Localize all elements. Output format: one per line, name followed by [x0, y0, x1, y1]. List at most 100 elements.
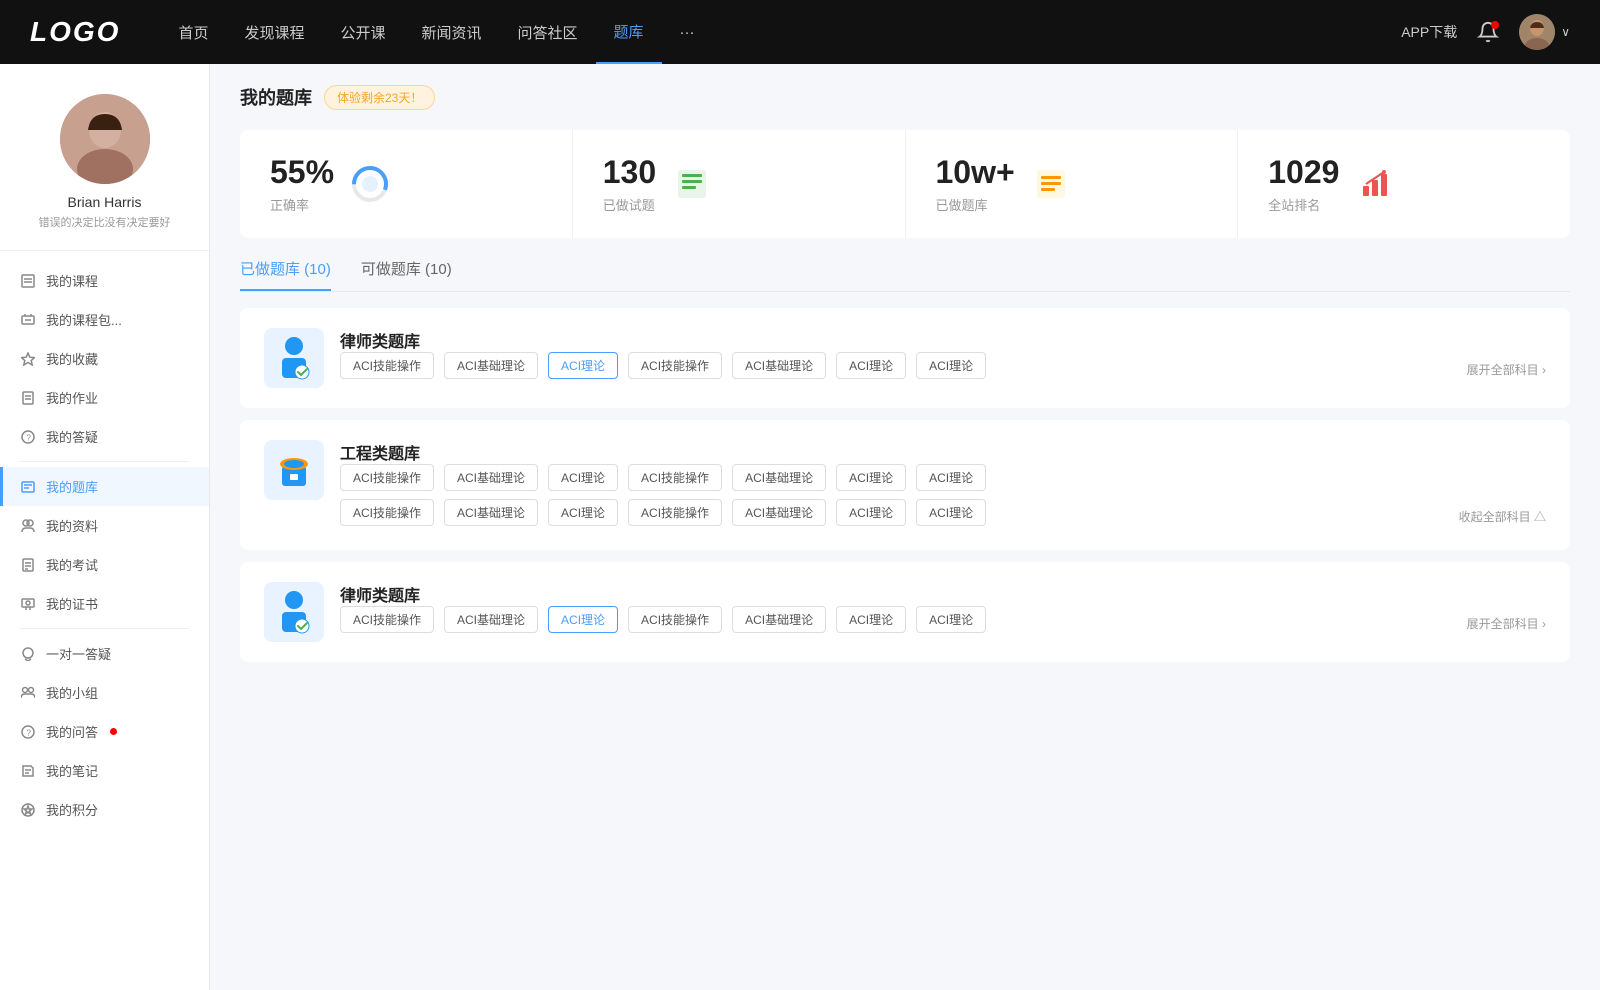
- page-title: 我的题库: [240, 84, 312, 110]
- tag[interactable]: ACI基础理论: [732, 606, 826, 633]
- sidebar-item-label: 我的答疑: [46, 427, 98, 446]
- accuracy-icon: [350, 164, 390, 204]
- banks-label: 已做题库: [936, 195, 1015, 214]
- sidebar-item-homework[interactable]: 我的作业: [0, 378, 209, 417]
- sidebar-item-label: 我的考试: [46, 555, 98, 574]
- nav-news[interactable]: 新闻资讯: [404, 0, 500, 64]
- tag[interactable]: ACI理论: [916, 499, 986, 526]
- accuracy-value: 55%: [270, 154, 334, 191]
- nav-more[interactable]: ···: [662, 0, 713, 64]
- sidebar-item-label: 我的笔记: [46, 761, 98, 780]
- tag[interactable]: ACI技能操作: [628, 352, 722, 379]
- questions-label: 已做试题: [603, 195, 656, 214]
- sidebar-item-label: 我的收藏: [46, 349, 98, 368]
- tag[interactable]: ACI技能操作: [340, 606, 434, 633]
- category-card-lawyer-1: 律师类题库 ACI技能操作 ACI基础理论 ACI理论 ACI技能操作 ACI基…: [240, 308, 1570, 408]
- sidebar-item-label: 我的题库: [46, 477, 98, 496]
- tag[interactable]: ACI理论: [916, 352, 986, 379]
- tag-active[interactable]: ACI理论: [548, 352, 618, 379]
- nav-open-course[interactable]: 公开课: [322, 0, 403, 64]
- lawyer-category-2-content: 律师类题库 ACI技能操作 ACI基础理论 ACI理论 ACI技能操作 ACI基…: [340, 582, 1546, 637]
- tag[interactable]: ACI理论: [836, 606, 906, 633]
- sidebar-item-certificate[interactable]: 我的证书: [0, 584, 209, 623]
- tag[interactable]: ACI技能操作: [340, 352, 434, 379]
- collapse-link[interactable]: 收起全部科目 △: [1459, 508, 1546, 525]
- expand-link-2[interactable]: 展开全部科目 ›: [1467, 615, 1546, 632]
- divider-2: [20, 628, 189, 629]
- tag-active[interactable]: ACI理论: [548, 606, 618, 633]
- lawyer-category-1-content: 律师类题库 ACI技能操作 ACI基础理论 ACI理论 ACI技能操作 ACI基…: [340, 328, 1546, 383]
- tag[interactable]: ACI理论: [836, 352, 906, 379]
- tag[interactable]: ACI理论: [916, 606, 986, 633]
- sidebar-item-courses[interactable]: 我的课程: [0, 261, 209, 300]
- tag[interactable]: ACI技能操作: [628, 606, 722, 633]
- tag[interactable]: ACI技能操作: [628, 464, 722, 491]
- sidebar-item-points[interactable]: 我的积分: [0, 790, 209, 829]
- page-header: 我的题库 体验剩余23天！: [240, 84, 1570, 110]
- tab-done[interactable]: 已做题库 (10): [240, 258, 331, 291]
- tag[interactable]: ACI基础理论: [444, 606, 538, 633]
- sidebar-item-exam[interactable]: 我的考试: [0, 545, 209, 584]
- nav-quiz[interactable]: 题库: [596, 0, 662, 64]
- tag[interactable]: ACI技能操作: [340, 499, 434, 526]
- notes-icon: [20, 763, 36, 779]
- expand-link-1[interactable]: 展开全部科目 ›: [1467, 361, 1546, 378]
- stat-number-banks: 10w+ 已做题库: [936, 154, 1015, 214]
- tag[interactable]: ACI基础理论: [732, 464, 826, 491]
- course-packages-icon: [20, 312, 36, 328]
- sidebar: Brian Harris 错误的决定比没有决定要好 我的课程 我的课程包...: [0, 64, 210, 990]
- sidebar-item-course-packages[interactable]: 我的课程包...: [0, 300, 209, 339]
- profile-bio: 错误的决定比没有决定要好: [20, 214, 189, 230]
- sidebar-item-tutoring[interactable]: 一对一答疑: [0, 634, 209, 673]
- tag[interactable]: ACI理论: [836, 499, 906, 526]
- profile-avatar: [60, 94, 150, 184]
- tag[interactable]: ACI基础理论: [732, 352, 826, 379]
- ranking-icon: [1355, 164, 1395, 204]
- exam-icon: [20, 557, 36, 573]
- tag[interactable]: ACI技能操作: [628, 499, 722, 526]
- lawyer-tags-2: ACI技能操作 ACI基础理论 ACI理论 ACI技能操作 ACI基础理论 AC…: [340, 606, 1546, 633]
- sidebar-item-questions[interactable]: ? 我的答疑: [0, 417, 209, 456]
- app-download-link[interactable]: APP下载: [1401, 22, 1457, 42]
- tag[interactable]: ACI理论: [548, 464, 618, 491]
- sidebar-item-favorites[interactable]: 我的收藏: [0, 339, 209, 378]
- content-area: 我的题库 体验剩余23天！ 55% 正确率: [210, 64, 1600, 990]
- nav-qa[interactable]: 问答社区: [500, 0, 596, 64]
- divider-1: [20, 461, 189, 462]
- ranking-value: 1029: [1268, 154, 1339, 191]
- tag[interactable]: ACI基础理论: [444, 464, 538, 491]
- profile-section: Brian Harris 错误的决定比没有决定要好: [0, 84, 209, 251]
- certificate-icon: [20, 596, 36, 612]
- sidebar-item-notes[interactable]: 我的笔记: [0, 751, 209, 790]
- tag[interactable]: ACI基础理论: [444, 352, 538, 379]
- tag[interactable]: ACI技能操作: [340, 464, 434, 491]
- lawyer-icon-2: [264, 582, 324, 642]
- tab-available[interactable]: 可做题库 (10): [361, 258, 452, 291]
- sidebar-item-groups[interactable]: 我的小组: [0, 673, 209, 712]
- sidebar-item-my-qa[interactable]: ? 我的问答: [0, 712, 209, 751]
- profile-name: Brian Harris: [20, 194, 189, 210]
- tag[interactable]: ACI基础理论: [732, 499, 826, 526]
- tag[interactable]: ACI理论: [548, 499, 618, 526]
- qa-notification-dot: [110, 728, 117, 735]
- tag[interactable]: ACI理论: [916, 464, 986, 491]
- tag[interactable]: ACI基础理论: [444, 499, 538, 526]
- nav-courses[interactable]: 发现课程: [226, 0, 322, 64]
- user-avatar-container[interactable]: ∨: [1519, 14, 1570, 50]
- navbar: LOGO 首页 发现课程 公开课 新闻资讯 问答社区 题库 ··· APP下载: [0, 0, 1600, 64]
- questions-icon: [672, 164, 712, 204]
- sidebar-item-label: 我的作业: [46, 388, 98, 407]
- engineer-tags-row1: ACI技能操作 ACI基础理论 ACI理论 ACI技能操作 ACI基础理论 AC…: [340, 464, 1546, 491]
- nav-home[interactable]: 首页: [160, 0, 226, 64]
- tabs-row: 已做题库 (10) 可做题库 (10): [240, 258, 1570, 292]
- sidebar-item-quiz[interactable]: 我的题库: [0, 467, 209, 506]
- lawyer-tags-1: ACI技能操作 ACI基础理论 ACI理论 ACI技能操作 ACI基础理论 AC…: [340, 352, 1546, 379]
- sidebar-item-label: 我的资料: [46, 516, 98, 535]
- tutoring-icon: [20, 646, 36, 662]
- banks-icon: [1031, 164, 1071, 204]
- tag[interactable]: ACI理论: [836, 464, 906, 491]
- notification-bell[interactable]: [1477, 21, 1499, 43]
- svg-text:?: ?: [27, 728, 32, 737]
- sidebar-item-materials[interactable]: 我的资料: [0, 506, 209, 545]
- ranking-label: 全站排名: [1268, 195, 1339, 214]
